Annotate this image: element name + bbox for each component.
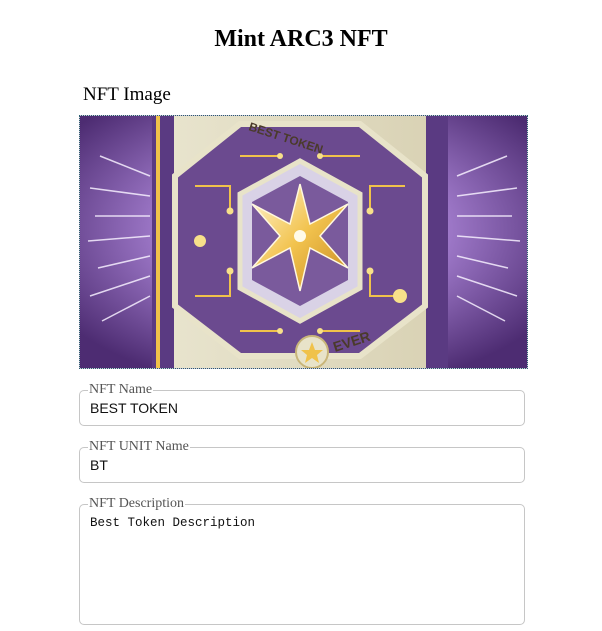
mint-page: Mint ARC3 NFT NFT Image BEST TOKEN EVER … [0,0,602,631]
nft-name-label: NFT Name [88,382,154,397]
nft-name-value: BEST TOKEN [90,400,178,416]
nft-artwork-image: BEST TOKEN EVER [80,116,527,368]
nft-image-preview[interactable]: BEST TOKEN EVER [79,115,528,369]
nft-description-label: NFT Description [88,496,186,511]
nft-unit-name-value: BT [90,457,108,473]
nft-description-value: Best Token Description [90,516,256,530]
nft-description-textarea[interactable]: Best Token Description [79,504,525,625]
page-title: Mint ARC3 NFT [214,26,388,52]
nft-unit-name-label: NFT UNIT Name [88,439,190,454]
nft-image-label: NFT Image [83,84,171,105]
